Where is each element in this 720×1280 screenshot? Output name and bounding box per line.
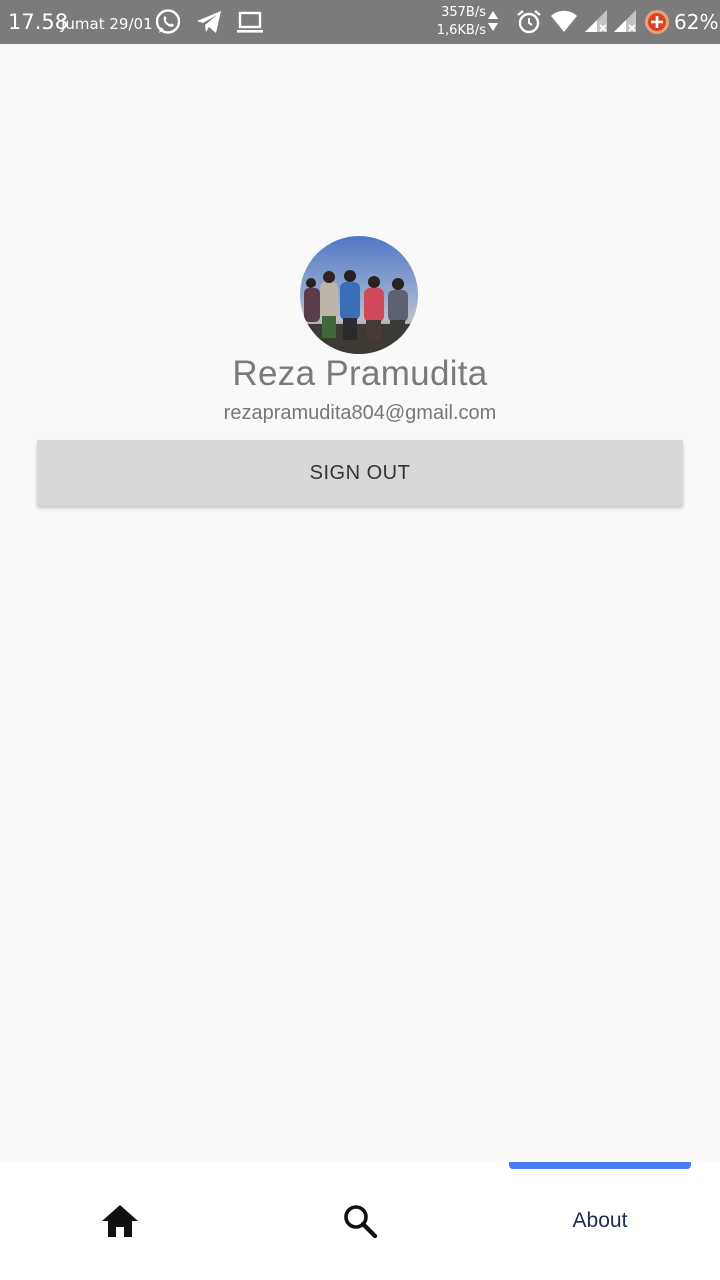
battery-percent: 62% [674,10,719,34]
avatar [300,236,418,354]
nav-about-label: About [572,1209,628,1232]
status-date: Jumat 29/01 [61,15,153,33]
status-bar: 17.58 Jumat 29/01 357B/s 1,6KB/s 62% [0,0,720,44]
nav-home[interactable] [0,1162,240,1280]
nav-about[interactable]: About [480,1162,720,1280]
profile-photo [300,236,418,354]
whatsapp-icon [155,9,181,34]
profile-email: rezapramudita804@gmail.com [223,402,497,424]
bottom-nav: About [0,1162,720,1280]
sign-out-button[interactable]: SIGN OUT [37,440,683,506]
nav-search[interactable] [240,1162,480,1280]
status-time: 17.58 [8,10,69,34]
upload-speed: 357B/s [441,5,486,20]
alarm-icon [517,10,541,34]
home-icon [102,1205,138,1237]
profile-name: Reza Pramudita [232,354,488,393]
network-speed: 357B/s 1,6KB/s [436,4,486,40]
download-speed: 1,6KB/s [436,23,486,38]
laptop-icon [237,11,263,33]
signal-icon [614,10,636,32]
network-arrows-icon [488,11,498,31]
battery-saver-icon [645,10,669,34]
search-icon [344,1205,378,1239]
signal-icon [585,10,607,32]
telegram-icon [197,11,221,33]
wifi-icon [551,10,577,32]
